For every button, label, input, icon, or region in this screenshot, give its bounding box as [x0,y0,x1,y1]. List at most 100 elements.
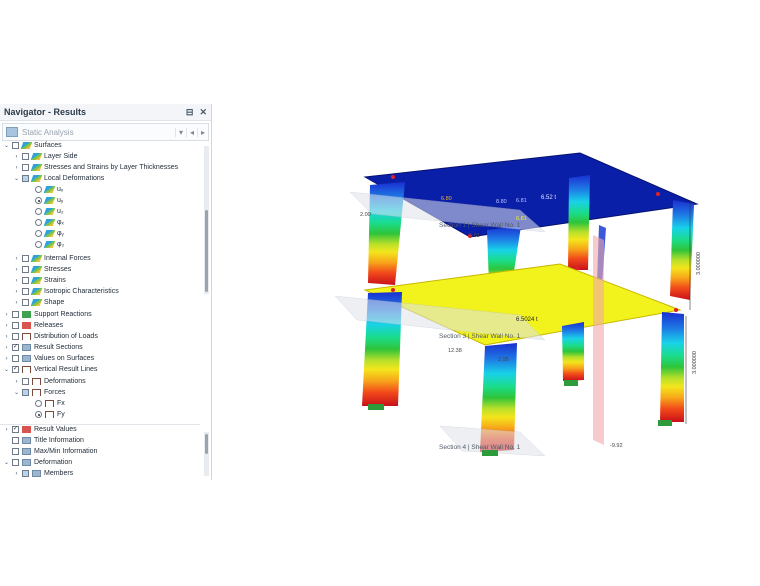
radio[interactable] [35,219,42,226]
tree-item-internal-forces[interactable]: › Internal Forces [13,253,91,264]
chevron-right-icon[interactable]: › [3,356,10,362]
tree-item-deformations[interactable]: › Deformations [13,376,86,387]
tree-item-stresses-strains[interactable]: › Stresses and Strains by Layer Thicknes… [13,162,178,173]
checkbox[interactable] [12,459,19,466]
value-label-2: 8.80 [496,199,507,205]
tree-item-shape[interactable]: › Shape [13,297,64,308]
checkbox[interactable] [12,142,19,149]
radio[interactable] [35,411,42,418]
checkbox[interactable] [22,299,29,306]
tree-label: Title Information [34,437,84,444]
checkbox[interactable] [22,153,29,160]
checkbox[interactable] [22,266,29,273]
tree-item-ux[interactable]: uₓ [33,184,63,195]
chevron-right-icon[interactable]: › [13,267,20,273]
model-viewport[interactable]: Section 1 | Shear Wall No. 1 Section 3 |… [215,104,760,484]
tree-label: Distribution of Loads [34,333,98,340]
tree-item-uy[interactable]: uᵧ [33,195,63,206]
radio[interactable] [35,197,42,204]
checkbox[interactable]: ✓ [12,426,19,433]
radio[interactable] [35,208,42,215]
checkbox[interactable] [12,355,19,362]
chevron-down-icon[interactable]: ⌄ [3,142,10,149]
radio[interactable] [35,241,42,248]
wall-right-lower[interactable] [660,312,684,422]
tree-item-forces[interactable]: ⌄ Forces [13,387,65,398]
tree-item-strains[interactable]: › Strains [13,275,66,286]
tree-item-layer-side[interactable]: › Layer Side [13,151,77,162]
tree-item-maxmin-information[interactable]: Max/Min Information [3,446,97,457]
chevron-right-icon[interactable]: › [13,278,20,284]
scrollbar-thumb[interactable] [205,434,208,454]
tree-item-result-sections[interactable]: › ✓ Result Sections [3,342,83,353]
tree-item-title-information[interactable]: Title Information [3,435,84,446]
chevron-right-icon[interactable]: › [3,427,10,433]
tree-label: Stresses [44,266,72,273]
close-icon[interactable]: ✕ [199,107,207,118]
chevron-down-icon[interactable]: ⌄ [3,459,10,466]
pin-icon[interactable]: ⊟ [186,107,194,118]
tree-item-stresses[interactable]: › Stresses [13,264,71,275]
tree-item-phix[interactable]: φₓ [33,217,64,228]
tree-item-releases[interactable]: › Releases [3,320,63,331]
tree-item-fy[interactable]: Fy [33,409,65,420]
chevron-right-icon[interactable]: › [13,154,20,160]
wall-right-upper[interactable] [670,200,694,300]
checkbox[interactable] [22,389,29,396]
tree-item-isotropic[interactable]: › Isotropic Characteristics [13,286,119,297]
checkbox[interactable] [12,333,19,340]
scrollbar-thumb[interactable] [205,210,208,292]
checkbox[interactable] [22,378,29,385]
chevron-down-icon[interactable]: ⌄ [13,389,20,396]
radio[interactable] [35,186,42,193]
chevron-right-icon[interactable]: › [3,334,10,340]
tree-item-phiy[interactable]: φᵧ [33,228,64,239]
chevron-right-icon[interactable]: › [13,300,20,306]
checkbox[interactable] [22,277,29,284]
tree-item-result-values[interactable]: › ✓ Result Values [3,424,77,435]
checkbox[interactable]: ✓ [12,344,19,351]
chevron-down-icon[interactable]: ⌄ [13,175,20,182]
tree-item-distribution-loads[interactable]: › Distribution of Loads [3,331,98,342]
radio[interactable] [35,400,42,407]
checkbox[interactable] [22,255,29,262]
tree-scrollbar-bottom[interactable] [204,432,209,476]
checkbox[interactable] [12,311,19,318]
tree-item-values-surfaces[interactable]: › Values on Surfaces [3,353,94,364]
chevron-down-icon[interactable]: ⌄ [3,366,10,373]
chevron-right-icon[interactable]: › [3,323,10,329]
tree-scrollbar-top[interactable] [204,146,209,294]
tree-item-deformation[interactable]: ⌄ Deformation [3,457,72,468]
wall-back-middle-upper[interactable] [568,175,590,270]
chevron-right-icon[interactable]: › [3,312,10,318]
chevron-right-icon[interactable]: › [13,165,20,171]
tree-item-phiz[interactable]: φ₂ [33,239,64,250]
tree-item-surfaces[interactable]: ⌄ Surfaces [3,140,62,151]
checkbox[interactable] [22,164,29,171]
chevron-right-icon[interactable]: › [3,345,10,351]
checkbox[interactable] [12,448,19,455]
next-icon[interactable]: ▸ [197,127,208,137]
checkbox[interactable] [12,322,19,329]
wall-back-middle-lower[interactable] [562,322,584,381]
checkbox[interactable] [22,175,29,182]
checkbox[interactable] [12,437,19,444]
prev-icon[interactable]: ◂ [186,127,197,137]
analysis-selector[interactable]: Static Analysis ▾ ◂ ▸ [2,123,209,141]
checkbox[interactable]: ✓ [12,366,19,373]
checkbox[interactable] [22,470,29,477]
tree-item-uz[interactable]: u₂ [33,206,64,217]
checkbox[interactable] [22,288,29,295]
dropdown-chevron-icon[interactable]: ▾ [175,127,186,137]
chevron-right-icon[interactable]: › [13,256,20,262]
chevron-right-icon[interactable]: › [13,471,20,477]
tree-item-support-reactions[interactable]: › Support Reactions [3,309,92,320]
tree-item-vertical-result-lines[interactable]: ⌄ ✓ Vertical Result Lines [3,364,97,375]
tree-item-members[interactable]: › Members [13,468,73,479]
tree-item-fx[interactable]: Fx [33,398,65,409]
chevron-right-icon[interactable]: › [13,289,20,295]
tree-item-local-deformations[interactable]: ⌄ Local Deformations [13,173,104,184]
chevron-right-icon[interactable]: › [13,379,20,385]
force-icon [45,411,54,418]
radio[interactable] [35,230,42,237]
